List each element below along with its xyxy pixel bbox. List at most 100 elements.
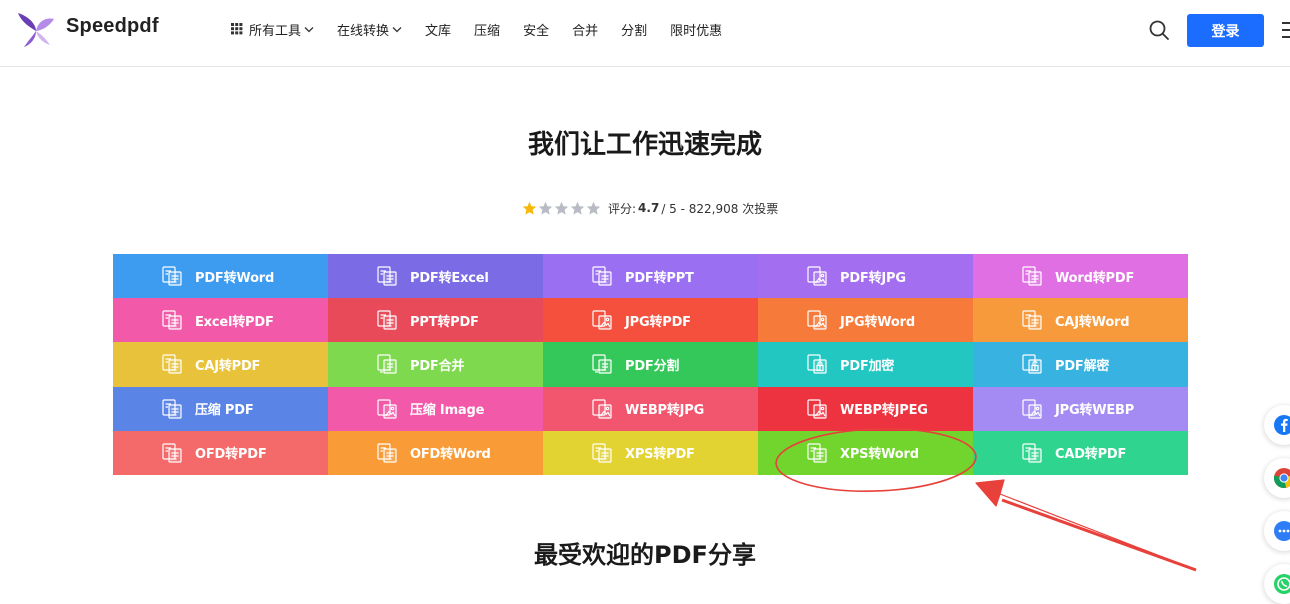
tool-tile-label: OFD转Word [410,447,491,463]
tool-tile-label: 压缩 Image [410,403,485,419]
xps-doc-icon [592,443,612,463]
tool-tile-8[interactable]: JPG转Word [758,298,973,343]
hamburger-menu-icon[interactable] [1282,20,1290,40]
rating-row: 评分: 4.7 / 5 - 822,908 次投票 [522,199,778,217]
tool-tile-12[interactable]: PDF分割 [543,342,758,387]
tool-tile-19[interactable]: JPG转WEBP [973,386,1188,431]
webp-image-icon [807,398,827,419]
tool-tile-24[interactable]: CAD转PDF [973,430,1188,475]
nav-item-label: 压缩 [474,23,501,39]
grid-icon [231,23,243,35]
tool-tile-label: Excel转PDF [195,314,274,330]
tool-tile-5[interactable]: Excel转PDF [113,298,328,343]
tool-tile-21[interactable]: OFD转Word [328,430,543,475]
tool-tile-1[interactable]: PDF转Excel [328,254,543,299]
chrome-extension-button[interactable] [1264,458,1290,498]
tool-tile-label: PDF合并 [410,358,465,374]
nav-item-label: 所有工具 [249,23,302,39]
ppt-doc-icon [377,310,397,330]
nav-item-label: 文库 [425,23,452,39]
tool-tile-label: XPS转Word [840,447,919,463]
popular-section-title: 最受欢迎的PDF分享 [534,541,756,569]
merge-icon [377,354,397,374]
star-empty-icon[interactable] [570,201,585,216]
tool-tile-label: JPG转PDF [625,314,691,330]
caj-doc-icon [162,354,182,374]
ofd-doc-icon [162,443,182,463]
nav-item-1[interactable]: 在线转换 [337,20,402,39]
star-empty-icon[interactable] [586,201,601,216]
tool-tile-0[interactable]: PDF转Word [113,254,328,299]
pdf-doc-icon [592,266,612,286]
tool-tile-label: WEBP转JPEG [840,403,928,419]
star-empty-icon[interactable] [538,201,553,216]
brand-name[interactable]: Speedpdf [66,15,159,38]
tool-tile-label: JPG转WEBP [1055,403,1135,419]
nav-item-3[interactable]: 压缩 [474,20,500,39]
nav-item-2[interactable]: 文库 [425,20,451,39]
pdf-doc-icon [377,266,397,286]
compress-pdf-icon [162,398,182,419]
page: { "brand": { "name": "Speedpdf" }, "nav"… [0,0,1290,604]
image-doc-icon [592,310,612,330]
nav-item-5[interactable]: 合并 [572,20,598,39]
tool-tile-label: 压缩 PDF [195,403,254,419]
tool-tile-label: CAJ转PDF [195,358,261,374]
butterfly-logo-icon[interactable] [16,11,56,49]
nav-item-label: 合并 [572,23,599,39]
tool-tile-4[interactable]: Word转PDF [973,254,1188,299]
nav-item-4[interactable]: 安全 [523,20,549,39]
nav-item-label: 在线转换 [337,23,390,39]
nav-item-7[interactable]: 限时优惠 [670,20,722,39]
nav-item-label: 限时优惠 [670,23,723,39]
tool-tile-15[interactable]: 压缩 PDF [113,386,328,431]
nav-item-0[interactable]: 所有工具 [231,20,314,39]
tool-tile-11[interactable]: PDF合并 [328,342,543,387]
ofd-doc-icon [377,443,397,463]
tool-tile-7[interactable]: JPG转PDF [543,298,758,343]
tool-tile-label: PDF转Word [195,270,275,286]
nav-item-6[interactable]: 分割 [621,20,647,39]
tool-tile-17[interactable]: WEBP转JPG [543,386,758,431]
tool-tile-13[interactable]: PDF加密 [758,342,973,387]
tool-tile-23[interactable]: XPS转Word [758,430,973,475]
tool-tile-10[interactable]: CAJ转PDF [113,342,328,387]
tool-tile-16[interactable]: 压缩 Image [328,386,543,431]
tool-tile-label: CAD转PDF [1055,447,1127,463]
tool-tile-18[interactable]: WEBP转JPEG [758,386,973,431]
cad-doc-icon [1022,443,1042,463]
star-filled-icon[interactable] [522,201,537,216]
rating-label: 评分: [608,201,637,216]
compress-image-icon [377,398,397,419]
jpg-image-icon [1022,398,1042,419]
rating-votes: / 5 - 822,908 次投票 [661,201,779,216]
login-button[interactable]: 登录 [1187,14,1264,47]
tool-tile-22[interactable]: XPS转PDF [543,430,758,475]
chrome-icon [1273,468,1290,489]
tool-tile-6[interactable]: PPT转PDF [328,298,543,343]
tool-tile-3[interactable]: PDF转JPG [758,254,973,299]
search-icon[interactable] [1148,19,1170,41]
nav-item-label: 安全 [523,23,550,39]
tool-tile-label: PPT转PDF [410,314,479,330]
tool-tile-label: XPS转PDF [625,447,695,463]
tool-tile-9[interactable]: CAJ转Word [973,298,1188,343]
facebook-icon [1274,415,1290,435]
tool-tile-14[interactable]: PDF解密 [973,342,1188,387]
main-nav: 所有工具 在线转换 文库 压缩 安全 合并 分割 限时优惠 [231,19,745,39]
rating-stars[interactable] [522,201,602,216]
xps-doc-icon [807,443,827,463]
tool-tile-label: JPG转Word [840,314,915,330]
star-empty-icon[interactable] [554,201,569,216]
pdf-image-icon [807,266,827,286]
tool-tile-label: PDF转Excel [410,270,489,286]
tool-tile-20[interactable]: OFD转PDF [113,430,328,475]
tool-tile-2[interactable]: PDF转PPT [543,254,758,299]
tool-tile-label: PDF加密 [840,358,895,374]
chevron-down-icon [392,26,402,32]
webp-image-icon [592,398,612,419]
tool-tile-label: PDF分割 [625,358,680,374]
facebook-share-button[interactable] [1264,405,1290,445]
whatsapp-button[interactable] [1264,564,1290,604]
word-doc-icon [1022,266,1042,286]
